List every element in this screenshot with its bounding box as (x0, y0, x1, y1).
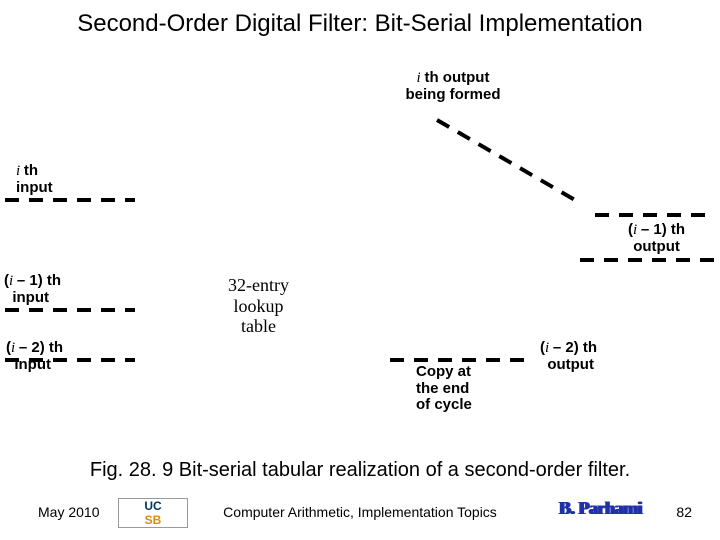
label-i2-output: (i – 2) th output (540, 340, 597, 373)
label-ith-input: i th input (16, 163, 53, 196)
diagram-area: i th output being formed i th input (i –… (0, 60, 720, 440)
diagram-wires (0, 60, 720, 440)
label-ith-output-forming: i th output being formed (388, 70, 518, 103)
label-i2-input: (i – 2) th input (6, 340, 63, 373)
label-i1-output: (i – 1) th output (628, 222, 685, 255)
footer-pagenum: 82 (676, 504, 692, 520)
label-copy-note: Copy at the end of cycle (416, 364, 472, 414)
label-lookup-table: 32-entry lookup table (228, 275, 289, 337)
footer: May 2010 UC SB Computer Arithmetic, Impl… (0, 498, 720, 528)
page-title: Second-Order Digital Filter: Bit-Serial … (0, 10, 720, 38)
label-i1-input: (i – 1) th input (4, 273, 61, 306)
figure-caption: Fig. 28. 9 Bit-serial tabular realizatio… (0, 459, 720, 482)
footer-author: B. Parhami (559, 498, 642, 519)
